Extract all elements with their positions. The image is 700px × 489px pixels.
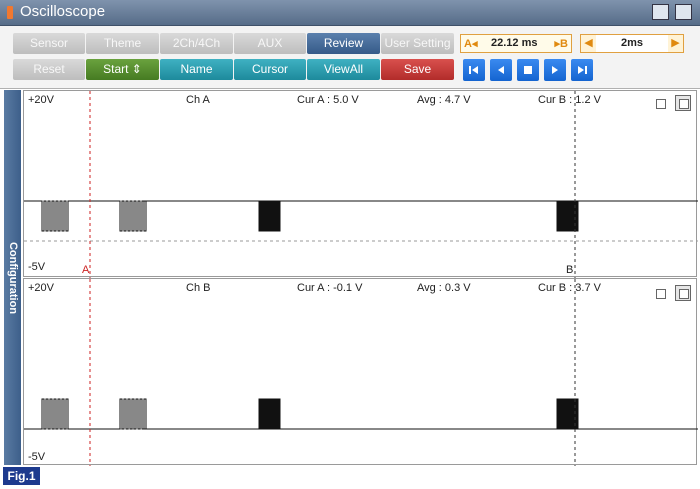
channel-a-cur-b: Cur B : 1.2 V bbox=[538, 94, 601, 106]
next-frame-button[interactable] bbox=[544, 59, 566, 81]
waveform-trace bbox=[24, 398, 698, 430]
channel-a-plot[interactable]: +20V Ch A Cur A : 5.0 V Avg : 4.7 V Cur … bbox=[23, 90, 698, 278]
channel-b-min-label: -5V bbox=[28, 451, 46, 463]
channel-b-max-label: +20V bbox=[28, 282, 54, 294]
time-div-increase-icon[interactable]: ▶ bbox=[668, 35, 683, 52]
cursor-a-marker[interactable]: A bbox=[82, 264, 89, 276]
aux-button[interactable]: AUX bbox=[234, 33, 306, 54]
configuration-tab[interactable]: Configuration bbox=[4, 90, 21, 465]
channel-b-cur-b: Cur B : 3.7 V bbox=[538, 282, 601, 294]
channel-a-min-label: -5V bbox=[28, 261, 46, 273]
save-button[interactable]: Save bbox=[381, 59, 454, 80]
title-bar: Oscilloscope bbox=[0, 0, 700, 26]
channel-b-trace bbox=[24, 279, 698, 466]
previous-frame-button[interactable] bbox=[490, 59, 512, 81]
figure-label: Fig.1 bbox=[3, 467, 40, 485]
configuration-label: Configuration bbox=[6, 241, 19, 314]
channel-a-name: Ch A bbox=[186, 94, 210, 106]
app-icon bbox=[7, 6, 13, 19]
channel-a-max-label: +20V bbox=[28, 94, 54, 106]
restore-icon[interactable] bbox=[652, 4, 669, 20]
last-icon bbox=[578, 66, 587, 74]
start-button[interactable]: Start ⇕ bbox=[86, 59, 159, 80]
theme-button[interactable]: Theme bbox=[86, 33, 159, 54]
user-setting-button[interactable]: User Setting bbox=[381, 33, 454, 54]
cursor-b-label: ▸B bbox=[554, 38, 568, 50]
cursor-delta-value: 22.12 ms bbox=[491, 37, 538, 49]
channel-a-trace bbox=[24, 91, 698, 278]
cursor-button[interactable]: Cursor bbox=[234, 59, 306, 80]
menu-icon[interactable] bbox=[675, 4, 692, 20]
channel-b-avg: Avg : 0.3 V bbox=[417, 282, 471, 294]
cursor-a-label: A◂ bbox=[464, 38, 478, 50]
channel-b-plot[interactable]: +20V Ch B Cur A : -0.1 V Avg : 0.3 V Cur… bbox=[23, 278, 698, 466]
next-icon bbox=[552, 66, 558, 74]
prev-icon bbox=[498, 66, 504, 74]
waveform-trace bbox=[24, 200, 698, 232]
sensor-button[interactable]: Sensor bbox=[13, 33, 85, 54]
channel-a-checkbox[interactable] bbox=[656, 99, 666, 109]
channel-b-maximize-icon[interactable] bbox=[675, 285, 691, 301]
window-title: Oscilloscope bbox=[20, 3, 106, 20]
time-div-decrease-icon[interactable]: ◀ bbox=[581, 35, 596, 52]
channel-mode-button[interactable]: 2Ch/4Ch bbox=[160, 33, 233, 54]
first-icon bbox=[469, 66, 478, 74]
last-frame-button[interactable] bbox=[571, 59, 593, 81]
review-button[interactable]: Review bbox=[307, 33, 380, 54]
time-div-selector: ◀ 2ms ▶ bbox=[580, 34, 684, 53]
channel-a-avg: Avg : 4.7 V bbox=[417, 94, 471, 106]
name-button[interactable]: Name bbox=[160, 59, 233, 80]
channel-b-name: Ch B bbox=[186, 282, 211, 294]
stop-button[interactable] bbox=[517, 59, 539, 81]
cursor-b-marker[interactable]: B bbox=[566, 264, 573, 276]
channel-a-maximize-icon[interactable] bbox=[675, 95, 691, 111]
first-frame-button[interactable] bbox=[463, 59, 485, 81]
cursor-time-display: A◂ 22.12 ms ▸B bbox=[460, 34, 572, 53]
stop-icon bbox=[524, 66, 532, 74]
channel-b-cur-a: Cur A : -0.1 V bbox=[297, 282, 363, 294]
time-div-value: 2ms bbox=[620, 37, 644, 49]
channel-b-checkbox[interactable] bbox=[656, 289, 666, 299]
channel-a-cur-a: Cur A : 5.0 V bbox=[297, 94, 359, 106]
viewall-button[interactable]: ViewAll bbox=[307, 59, 380, 80]
reset-button[interactable]: Reset bbox=[13, 59, 85, 80]
